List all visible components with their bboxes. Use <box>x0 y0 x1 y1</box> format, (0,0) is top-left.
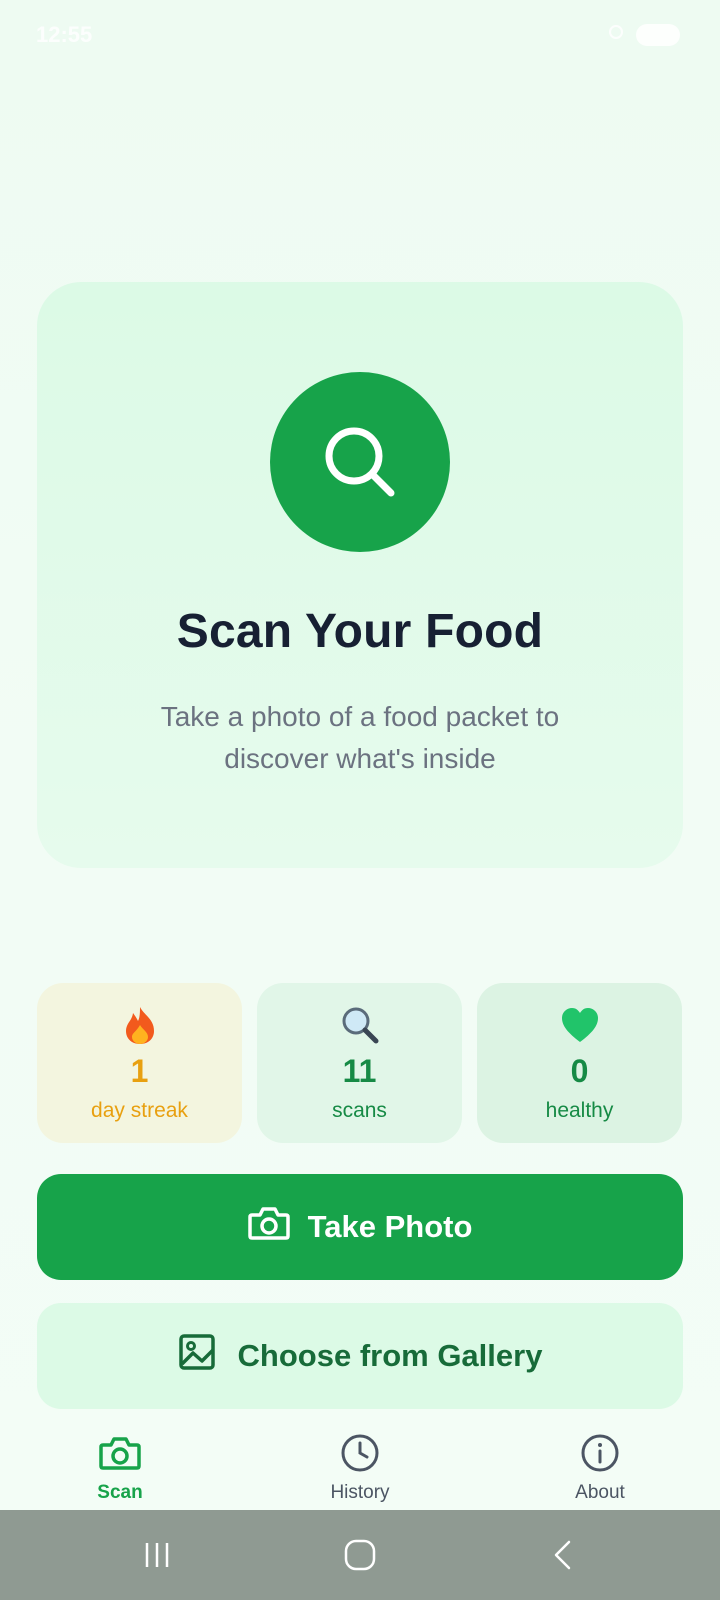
green-heart-icon <box>477 1005 682 1045</box>
system-navigation-bar <box>0 1510 720 1600</box>
healthy-label: healthy <box>545 1099 614 1122</box>
stat-day-streak: 1 day streak <box>37 983 242 1143</box>
home-icon[interactable] <box>330 1532 390 1578</box>
bottom-nav: Scan History About <box>0 1420 720 1510</box>
status-right <box>606 22 680 48</box>
camera-icon <box>247 1205 290 1249</box>
nav-item-history[interactable]: History <box>290 1432 430 1508</box>
streak-label: day streak <box>91 1099 188 1122</box>
hero-subtitle: Take a photo of a food packet to discove… <box>160 701 560 774</box>
clock-icon <box>290 1432 430 1474</box>
recents-icon[interactable] <box>127 1532 187 1578</box>
stat-healthy: 0 healthy <box>477 983 682 1143</box>
nav-item-about[interactable]: About <box>530 1432 670 1508</box>
gallery-label: Choose from Gallery <box>237 1338 543 1373</box>
info-icon <box>530 1432 670 1474</box>
battery-icon <box>636 24 680 46</box>
stat-scans: 11 scans <box>257 983 462 1143</box>
nav-scan-label: Scan <box>97 1482 143 1503</box>
nav-about-label: About <box>575 1482 625 1503</box>
nav-history-label: History <box>330 1482 390 1503</box>
camera-icon <box>50 1432 190 1474</box>
status-time: 12:55 <box>36 22 93 47</box>
streak-value: 1 <box>130 1053 149 1089</box>
scan-hero-card: Scan Your Food Take a photo of a food pa… <box>37 282 683 868</box>
fire-icon <box>37 1005 242 1045</box>
settings-icon <box>606 22 626 48</box>
image-icon <box>178 1333 216 1379</box>
scans-label: scans <box>332 1099 387 1122</box>
take-photo-label: Take Photo <box>307 1209 473 1244</box>
magnifier-icon <box>257 1005 462 1045</box>
back-icon[interactable] <box>533 1532 593 1578</box>
healthy-value: 0 <box>570 1053 589 1089</box>
status-bar: 12:55 <box>0 0 720 70</box>
search-icon <box>325 427 395 497</box>
take-photo-button[interactable]: Take Photo <box>37 1174 683 1280</box>
scans-value: 11 <box>342 1053 377 1089</box>
hero-title: Scan Your Food <box>176 605 544 658</box>
search-badge <box>270 372 450 552</box>
choose-gallery-button[interactable]: Choose from Gallery <box>37 1303 683 1409</box>
nav-item-scan[interactable]: Scan <box>50 1432 190 1508</box>
